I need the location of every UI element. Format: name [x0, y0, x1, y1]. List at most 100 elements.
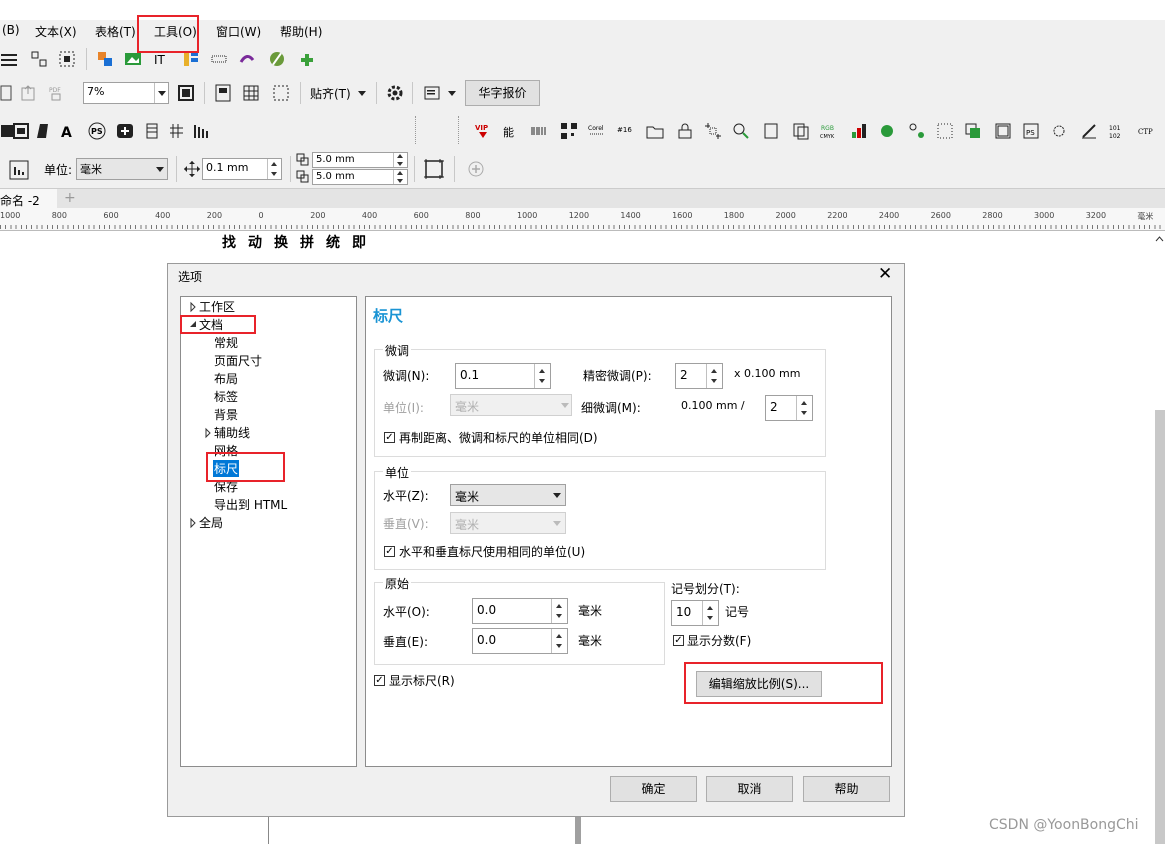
qr-label-icon[interactable]: 能: [502, 122, 520, 140]
gear-icon[interactable]: [386, 84, 404, 102]
tree-item-page-size[interactable]: 页面尺寸: [214, 352, 262, 369]
full-screen-icon[interactable]: [177, 84, 195, 102]
document-tab[interactable]: 命名 -2: [0, 189, 57, 209]
same-units-checkbox[interactable]: ✓: [384, 432, 395, 443]
cylinder-icon[interactable]: [34, 122, 52, 140]
ungroup-icon[interactable]: [58, 50, 76, 68]
rgb-cmyk-icon[interactable]: RGB CMYK: [820, 122, 838, 140]
text-style-icon[interactable]: A: [60, 122, 78, 140]
instant-glyph[interactable]: 即: [352, 232, 366, 252]
page-copy-icon[interactable]: [792, 122, 810, 140]
ctp-icon[interactable]: CTP: [1138, 122, 1156, 140]
tree-item-workspace[interactable]: 工作区: [199, 298, 235, 315]
same-ruler-units-checkbox[interactable]: ✓: [384, 546, 395, 557]
menu-item-table[interactable]: 表格(T): [95, 23, 136, 40]
replace-glyph[interactable]: 换: [274, 232, 288, 252]
expand-workspace-icon[interactable]: [189, 301, 197, 313]
fine-nudge-input[interactable]: 2: [765, 395, 813, 421]
vertical-unit-dropdown[interactable]: 毫米: [450, 512, 566, 534]
lock-icon[interactable]: [676, 122, 694, 140]
show-ruler-checkbox[interactable]: ✓: [374, 675, 385, 686]
scroll-up-icon[interactable]: [1154, 232, 1165, 246]
horizontal-unit-dropdown[interactable]: 毫米: [450, 484, 566, 506]
color-bars-icon[interactable]: [850, 122, 868, 140]
snap-dropdown-icon[interactable]: [358, 91, 366, 96]
hash-icon[interactable]: [168, 122, 186, 140]
dup-y-field[interactable]: 5.0 mm: [312, 169, 408, 185]
expand-global-icon[interactable]: [189, 517, 197, 529]
color-swatch-icon[interactable]: [878, 122, 896, 140]
ruler-icon[interactable]: [1080, 122, 1098, 140]
ps-file-icon[interactable]: PS: [1022, 122, 1040, 140]
import-image-icon[interactable]: [96, 50, 114, 68]
corel-icon[interactable]: Corel: [588, 122, 606, 140]
ps-icon[interactable]: PS: [88, 122, 106, 140]
nudge-unit-dropdown[interactable]: 毫米: [450, 394, 572, 416]
nudge-field[interactable]: 0.1 mm: [202, 158, 282, 180]
barcode-small-icon[interactable]: [530, 122, 548, 140]
grid-view-icon[interactable]: [242, 84, 260, 102]
cancel-button[interactable]: 取消: [706, 776, 793, 802]
guidelines-icon[interactable]: [272, 84, 290, 102]
app-launcher-dropdown-icon[interactable]: [448, 91, 456, 96]
qr-code-icon[interactable]: [560, 122, 578, 140]
menu-item-b[interactable]: (B): [2, 23, 20, 37]
add-page-icon[interactable]: [467, 160, 485, 178]
mirror-icon[interactable]: #16: [616, 122, 634, 140]
help-button[interactable]: 帮助: [803, 776, 890, 802]
menu-item-help[interactable]: 帮助(H): [280, 23, 322, 40]
tree-item-guidelines[interactable]: 辅助线: [214, 424, 250, 441]
page-view-icon[interactable]: [214, 84, 232, 102]
menu-item-text[interactable]: 文本(X): [35, 23, 77, 40]
tree-item-export-html[interactable]: 导出到 HTML: [214, 496, 287, 513]
unit-combo[interactable]: 毫米: [76, 158, 168, 180]
ok-button[interactable]: 确定: [610, 776, 697, 802]
close-icon[interactable]: ✕: [878, 264, 892, 284]
precise-nudge-input[interactable]: 2: [675, 363, 723, 389]
dotted-grid-icon[interactable]: [936, 122, 954, 140]
zoom-combo[interactable]: 7%: [83, 82, 169, 104]
origin-horizontal-input[interactable]: 0.0: [472, 598, 568, 624]
import-icon[interactable]: [0, 84, 18, 102]
tree-item-general[interactable]: 常规: [214, 334, 238, 351]
page-frame-icon[interactable]: [423, 158, 445, 180]
columns-icon[interactable]: [144, 122, 162, 140]
nodes-icon[interactable]: [908, 122, 926, 140]
knife-icon[interactable]: [268, 50, 286, 68]
move-glyph[interactable]: 动: [248, 232, 262, 252]
align-lines-icon[interactable]: [0, 50, 18, 68]
settings-dots-icon[interactable]: [1050, 122, 1068, 140]
redo-shape-icon[interactable]: [238, 50, 256, 68]
crop-marks-icon[interactable]: [704, 122, 722, 140]
page-icon[interactable]: [762, 122, 780, 140]
menu-item-window[interactable]: 窗口(W): [216, 23, 261, 40]
tree-item-layout[interactable]: 布局: [214, 370, 238, 387]
app-launcher-icon[interactable]: [424, 84, 442, 102]
search-image-icon[interactable]: [732, 122, 750, 140]
vertical-scrollbar[interactable]: [1155, 410, 1165, 844]
origin-vertical-input[interactable]: 0.0: [472, 628, 568, 654]
folder-icon[interactable]: [646, 122, 664, 140]
frame-icon[interactable]: [994, 122, 1012, 140]
add-document-tab[interactable]: +: [64, 190, 76, 206]
combine-glyph[interactable]: 拼: [300, 232, 314, 252]
tick-divisions-input[interactable]: 10: [671, 600, 719, 626]
snap-to-label[interactable]: 贴齐(T): [310, 85, 351, 102]
barcode-icon[interactable]: [210, 50, 228, 68]
page-orientation-icon[interactable]: [8, 159, 30, 181]
expand-guidelines-icon[interactable]: [204, 427, 212, 439]
vip-icon[interactable]: VIP: [474, 122, 492, 140]
group-icon[interactable]: [30, 50, 48, 68]
export-icon[interactable]: [20, 84, 38, 102]
tree-item-labels[interactable]: 标签: [214, 388, 238, 405]
nudge-input[interactable]: 0.1: [455, 363, 551, 389]
image-frame-icon[interactable]: [12, 122, 30, 140]
horizontal-ruler[interactable]: 1000 800 600 400 200 0 200 400 600 800 1000 1200 140…: [0, 208, 1165, 231]
add-box-icon[interactable]: [116, 122, 134, 140]
layers-icon[interactable]: [964, 122, 982, 140]
huazi-quote-button[interactable]: 华字报价: [465, 80, 540, 106]
plugin-icon[interactable]: [298, 50, 316, 68]
show-fractions-checkbox[interactable]: ✓: [673, 635, 684, 646]
tree-item-background[interactable]: 背景: [214, 406, 238, 423]
binary-icon[interactable]: 101102: [1108, 122, 1126, 140]
